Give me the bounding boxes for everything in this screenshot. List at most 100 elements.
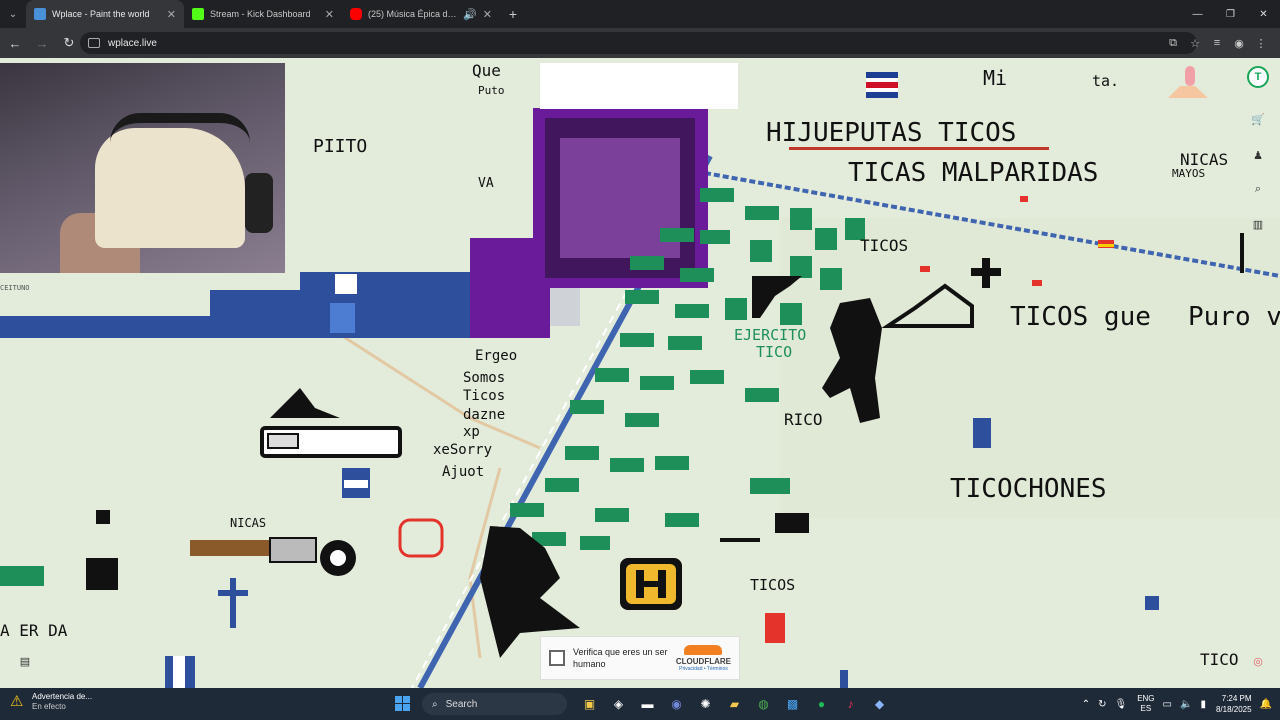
map-label: A ER DA [0,621,68,640]
cloud-icon [684,644,723,655]
clock[interactable]: 7:24 PM 8/18/2025 [1216,693,1252,715]
map-label: TICAS MALPARIDAS [848,158,1099,188]
system-tray: ⌃ ↻ 🎙 ENG ES ▭ 🔈 ▮ 7:24 PM 8/18/2025 🔔 [1074,690,1272,718]
captcha-checkbox[interactable] [549,650,565,666]
wplace-logo-icon[interactable]: T [1247,66,1269,88]
forward-icon[interactable]: → [30,31,54,55]
map-label: Que [472,61,501,80]
wplace-favicon-icon [34,8,46,20]
battery-icon[interactable]: ▮ [1200,699,1206,710]
explorer-app-icon[interactable]: ▰ [720,692,749,716]
close-window-icon[interactable]: ✕ [1247,0,1280,28]
tab-wplace[interactable]: Wplace - Paint the world ✕ [26,0,184,28]
captcha-text: Verifica que eres un ser humano [573,647,668,669]
media-app-icon[interactable]: ▬ [633,692,662,716]
menu-kebab-icon[interactable]: ⋮ [1250,32,1272,54]
bookmark-star-icon[interactable]: ☆ [1184,32,1206,54]
clock-time: 7:24 PM [1221,694,1252,703]
language-bottom: ES [1140,704,1152,713]
windows-start-icon[interactable] [395,696,411,712]
browser-toolbar: ← → ↻ wplace.live ⧉ ☆ ≡ ◉ ⋮ [0,28,1280,58]
close-tab-icon[interactable]: ✕ [325,8,334,21]
wplace-canvas[interactable]: Que Puto PIITO VA HIJUEPUTAS TICOS TICAS… [0,58,1280,688]
map-label: Mi [983,66,1008,90]
new-tab-button[interactable]: + [500,0,526,28]
chrome-app-icon[interactable]: ◍ [749,692,778,716]
shop-cart-icon[interactable]: 🛒 [1247,108,1269,130]
media-control-icon[interactable]: ≡ [1206,32,1228,54]
toolbar-actions: ⧉ ☆ ≡ ◉ ⋮ [1162,32,1272,54]
map-label: TICO [1200,650,1239,669]
photos-app-icon[interactable]: ▩ [778,692,807,716]
map-label: TICOS [750,576,796,594]
spotify-app-icon[interactable]: ● [807,692,836,716]
captcha-links[interactable]: Privacidad • Términos [676,666,731,672]
close-tab-icon[interactable]: ✕ [483,8,492,21]
cloudflare-brand: CLOUDFLARE [675,656,731,666]
leaderboard-icon[interactable]: ♟ [1247,144,1269,166]
map-label: Ergeo [475,348,518,364]
microphone-icon[interactable]: 🎙 [1114,699,1127,710]
map-label: TICOCHONES [950,474,1107,504]
url-text: wplace.live [108,37,157,49]
tab-title: Stream - Kick Dashboard [210,9,311,19]
tab-youtube-music[interactable]: (25) Música Épica de Batall 🔊 ✕ [342,0,500,28]
flag-costa-rica [866,72,898,98]
map-label: xeSorry [433,442,493,458]
site-info-icon[interactable] [88,38,100,48]
notification-bell-icon[interactable]: 🔔 [1260,699,1272,710]
minimize-icon[interactable]: — [1181,0,1214,28]
obs-app-icon[interactable]: ◈ [604,692,633,716]
file-manager-app-icon[interactable]: ▣ [575,692,604,716]
purple-checker [470,108,708,338]
openai-app-icon[interactable]: ✺ [691,692,720,716]
display-icon[interactable]: ▭ [1163,699,1172,710]
discord-app-icon[interactable]: ◉ [662,692,691,716]
map-label: Ajuot [442,464,485,480]
reload-icon[interactable]: ↻ [57,31,81,55]
map-label: Ticos [463,388,506,404]
taskbar-search[interactable]: ⌕ Search [422,693,567,715]
language-indicator[interactable]: ENG ES [1137,694,1154,714]
speaker-icon[interactable]: 🔊 [463,8,477,21]
maximize-icon[interactable]: ❐ [1214,0,1247,28]
profile-avatar-icon[interactable]: ◉ [1228,32,1250,54]
kick-favicon-icon [192,8,204,20]
tiktok-app-icon[interactable]: ♪ [836,692,865,716]
map-label: dazne [463,407,506,423]
explore-search-icon[interactable]: ⌕ [1247,178,1269,200]
youtube-favicon-icon [350,8,362,20]
tab-title: (25) Música Épica de Batall [368,9,457,19]
stats-chart-icon[interactable]: ▥ [1247,213,1269,235]
map-label: PIITO [313,136,368,157]
map-label: Puto [478,84,505,97]
h-logo [620,558,682,610]
tab-kick-dashboard[interactable]: Stream - Kick Dashboard ✕ [184,0,342,28]
map-label: CEITUNO [0,284,30,292]
weather-warning-widget[interactable]: ⚠ Advertencia de... En efecto [10,692,92,712]
layers-icon[interactable]: ▤ [14,650,36,672]
map-label: TICOS [860,236,909,255]
tray-sync-icon[interactable]: ↻ [1098,699,1106,710]
map-label: MAYOS [1172,167,1206,180]
map-label: Puro va [1188,302,1280,332]
search-icon: ⌕ [432,698,438,710]
tray-overflow-icon[interactable]: ⌃ [1082,699,1090,710]
browser-tab-bar: ⌄ Wplace - Paint the world ✕ Stream - Ki… [0,0,1280,28]
map-label: xp [463,424,480,440]
webcam-overlay [0,63,285,273]
close-tab-icon[interactable]: ✕ [167,8,176,21]
vscode-app-icon[interactable]: ◆ [865,692,894,716]
tab-search-icon[interactable]: ⌄ [0,0,26,28]
windows-taskbar: ⚠ Advertencia de... En efecto ⌕ Search ▣… [0,688,1280,720]
map-label: NICAS [230,516,267,530]
install-app-icon[interactable]: ⧉ [1162,32,1184,54]
map-label: TICO [756,343,793,361]
tab-title: Wplace - Paint the world [52,9,150,19]
locate-icon[interactable]: ◎ [1247,650,1269,672]
map-label: ta. [1092,72,1120,90]
language-top: ENG [1137,694,1155,703]
volume-icon[interactable]: 🔈 [1180,699,1192,710]
address-bar[interactable]: wplace.live [80,32,1197,54]
back-icon[interactable]: ← [3,31,27,55]
